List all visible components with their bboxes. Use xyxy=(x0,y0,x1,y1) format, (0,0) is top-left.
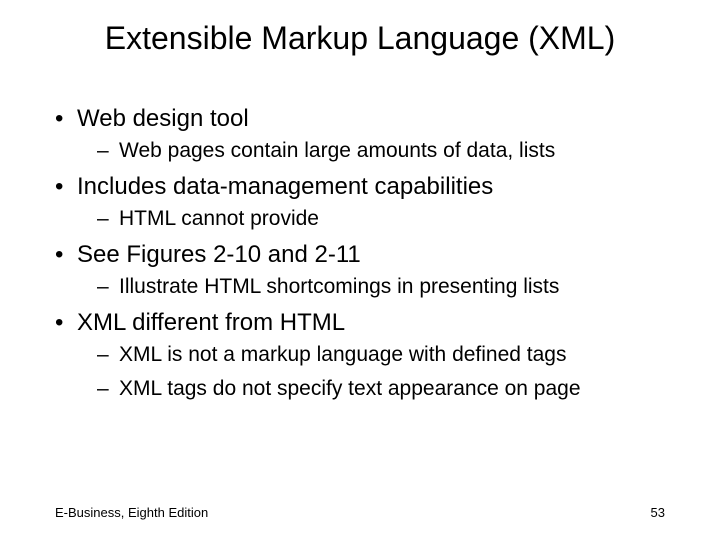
bullet-level-2: Illustrate HTML shortcomings in presenti… xyxy=(55,275,680,299)
bullet-level-1: XML different from HTML xyxy=(55,309,680,337)
bullet-level-1: See Figures 2-10 and 2-11 xyxy=(55,241,680,269)
bullet-level-2: XML tags do not specify text appearance … xyxy=(55,377,680,401)
slide-title: Extensible Markup Language (XML) xyxy=(0,20,720,57)
slide-body: Web design tool Web pages contain large … xyxy=(55,105,680,411)
bullet-level-2: XML is not a markup language with define… xyxy=(55,343,680,367)
footer-left: E-Business, Eighth Edition xyxy=(55,505,208,520)
slide: Extensible Markup Language (XML) Web des… xyxy=(0,0,720,540)
page-number: 53 xyxy=(651,505,665,520)
bullet-level-1: Includes data-management capabilities xyxy=(55,173,680,201)
bullet-level-1: Web design tool xyxy=(55,105,680,133)
bullet-level-2: Web pages contain large amounts of data,… xyxy=(55,139,680,163)
bullet-level-2: HTML cannot provide xyxy=(55,207,680,231)
